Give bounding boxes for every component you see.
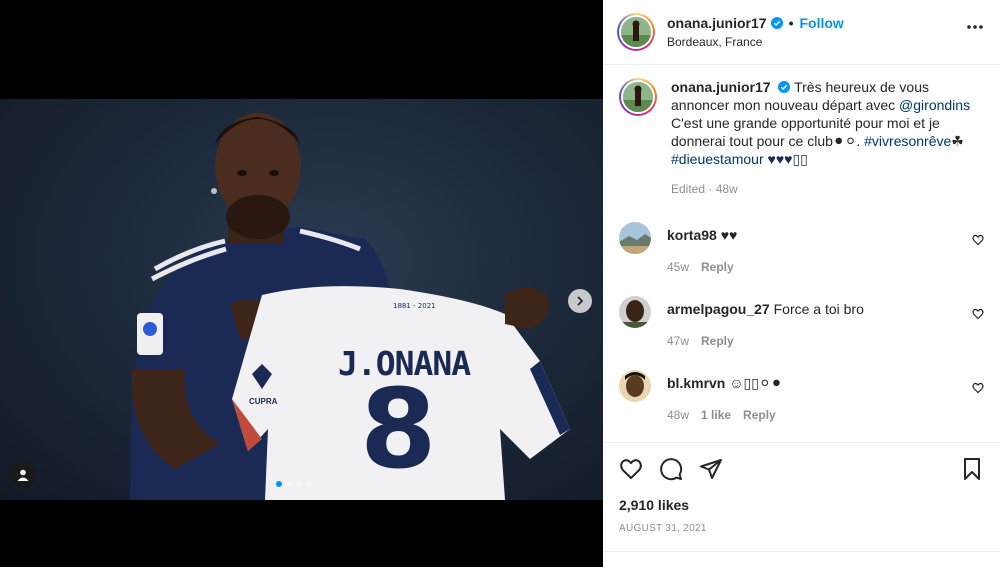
player-illustration: [130, 113, 570, 500]
post-media: 1881 - 2021 J.ONANA 8 CUPRA: [0, 0, 603, 567]
shirt-sponsor: CUPRA: [249, 397, 278, 406]
comments-list[interactable]: onana.junior17 Très heureux de vous anno…: [603, 66, 1000, 442]
avatar-image: [619, 370, 651, 402]
post-caption: onana.junior17 Très heureux de vous anno…: [619, 66, 984, 198]
avatar-image: [623, 82, 653, 112]
hashtag-link[interactable]: #dieuestamour: [671, 151, 764, 167]
carousel-dot: [286, 481, 292, 487]
carousel-dot: [296, 481, 302, 487]
shirt-number: 8: [360, 365, 437, 493]
author-username[interactable]: onana.junior17: [667, 15, 767, 31]
verified-badge-icon: [770, 17, 783, 29]
hashtag-link[interactable]: #vivresonrêve: [864, 133, 951, 149]
post-actions: 2,910 likes AUGUST 31, 2021: [603, 442, 1000, 534]
verified-badge-icon: [778, 81, 791, 93]
comment-button[interactable]: [659, 457, 683, 481]
share-button[interactable]: [699, 457, 723, 481]
save-button[interactable]: [960, 457, 984, 481]
comment-text: Force a toi bro: [773, 301, 864, 317]
comment-age[interactable]: 47w: [667, 334, 689, 348]
carousel-dot: [276, 481, 282, 487]
divider: [603, 551, 1000, 552]
post-photo[interactable]: 1881 - 2021 J.ONANA 8 CUPRA: [0, 99, 603, 500]
carousel-dots: [276, 481, 312, 487]
comment-text: ☺▯▯⚪⚫: [729, 375, 783, 391]
avatar-image: [619, 222, 651, 254]
commenter-username[interactable]: armelpagou_27: [667, 301, 770, 317]
reply-button[interactable]: Reply: [743, 408, 776, 422]
follow-button[interactable]: Follow: [799, 15, 843, 31]
likes-count[interactable]: 2,910 likes: [619, 497, 984, 513]
comment-item: bl.kmrvn ☺▯▯⚪⚫ 48w 1 like Reply: [619, 370, 984, 422]
avatar-image: [621, 17, 651, 47]
post-header: onana.junior17 • Follow Bordeaux, France: [603, 0, 1000, 65]
commenter-avatar[interactable]: [619, 222, 651, 254]
avatar-image: [619, 296, 651, 328]
user-tags-button[interactable]: [10, 462, 36, 488]
caption-emoji: ☘: [951, 133, 964, 149]
post-details-panel: onana.junior17 • Follow Bordeaux, France: [603, 0, 1000, 567]
reply-button[interactable]: Reply: [701, 334, 734, 348]
comment-icon: [660, 458, 683, 481]
comment-item: korta98 ♥♥ 45w Reply: [619, 222, 984, 274]
like-button[interactable]: [619, 457, 643, 481]
caption-username[interactable]: onana.junior17: [671, 79, 771, 95]
chevron-right-icon: [577, 296, 584, 306]
caption-hearts: ♥♥♥▯▯: [767, 151, 808, 167]
heart-icon[interactable]: [972, 382, 984, 394]
next-media-button[interactable]: [568, 289, 592, 313]
heart-icon[interactable]: [972, 308, 984, 320]
commenter-username[interactable]: korta98: [667, 227, 717, 243]
header-separator: •: [788, 15, 794, 31]
comment-likes[interactable]: 1 like: [701, 408, 731, 422]
heart-icon[interactable]: [972, 234, 984, 246]
heart-icon: [620, 459, 642, 479]
author-avatar[interactable]: [617, 13, 655, 51]
post-date[interactable]: AUGUST 31, 2021: [619, 523, 984, 534]
comment-age[interactable]: 48w: [667, 408, 689, 422]
caption-author-avatar[interactable]: [619, 78, 657, 116]
comment-age[interactable]: 45w: [667, 260, 689, 274]
caption-meta: Edited · 48w: [671, 182, 738, 196]
commenter-avatar[interactable]: [619, 296, 651, 328]
bookmark-icon: [964, 458, 980, 480]
commenter-username[interactable]: bl.kmrvn: [667, 375, 725, 391]
commenter-avatar[interactable]: [619, 370, 651, 402]
caption-mention-link[interactable]: @girondins: [899, 97, 970, 113]
comment-item: armelpagou_27 Force a toi bro 47w Reply: [619, 296, 984, 348]
user-tag-icon: [17, 469, 29, 481]
shirt-years: 1881 - 2021: [393, 302, 436, 310]
carousel-dot: [306, 481, 312, 487]
more-options-icon[interactable]: [966, 24, 984, 30]
post-location[interactable]: Bordeaux, France: [667, 35, 844, 49]
reply-button[interactable]: Reply: [701, 260, 734, 274]
caption-emoji: ⚫⚪.: [832, 133, 861, 149]
comment-text: ♥♥: [720, 227, 738, 243]
share-icon: [700, 459, 722, 479]
